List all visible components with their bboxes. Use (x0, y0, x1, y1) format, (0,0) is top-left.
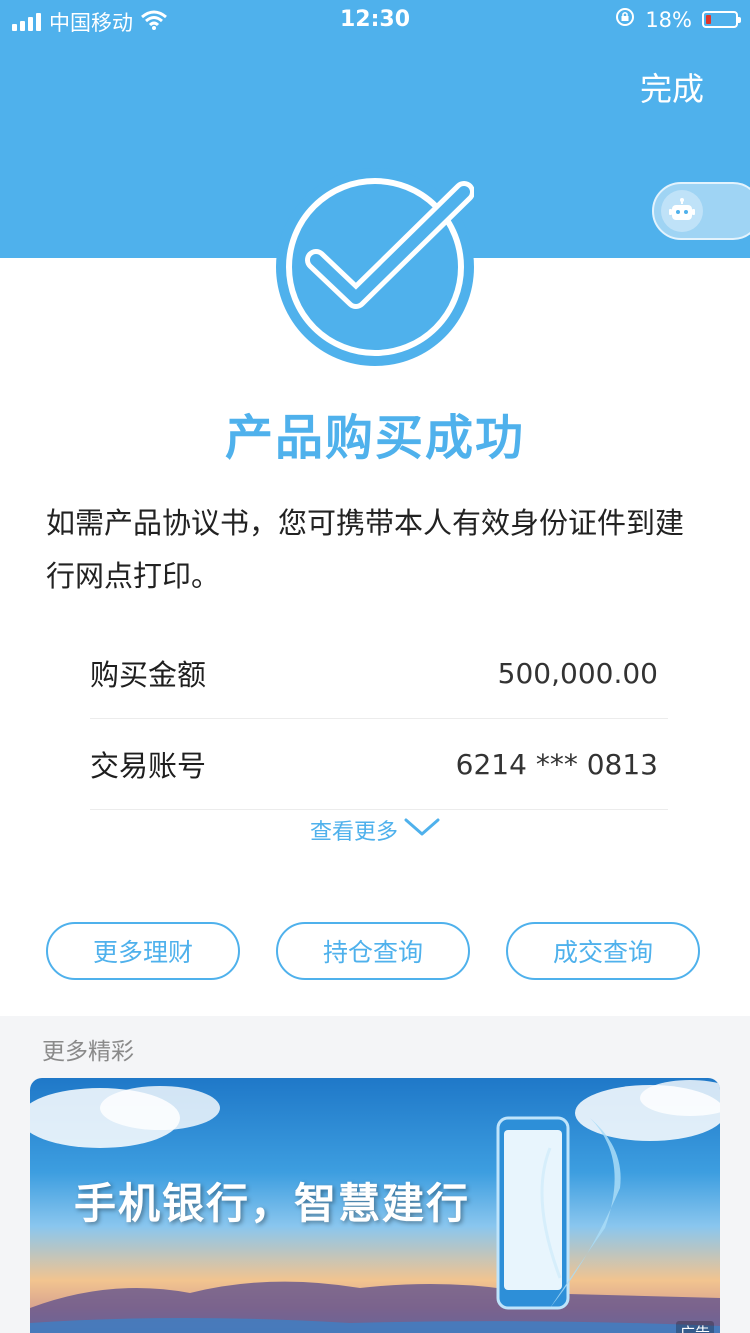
see-more-link[interactable]: 查看更多 (0, 814, 750, 846)
detail-value: 6214 *** 0813 (455, 747, 658, 781)
assistant-robot-button[interactable] (652, 182, 750, 240)
detail-label: 交易账号 (90, 749, 207, 783)
battery-level (706, 15, 711, 24)
success-title: 产品购买成功 (224, 410, 525, 466)
more-section-title: 更多精彩 (42, 1039, 134, 1065)
row-divider (90, 809, 668, 810)
transaction-query-button[interactable]: 成交查询 (506, 922, 700, 980)
chevron-down-icon (404, 817, 440, 843)
ad-label: 广告 (675, 1321, 714, 1333)
rotation-lock-icon (615, 7, 635, 32)
success-check-icon (276, 168, 474, 366)
holdings-query-button[interactable]: 持仓查询 (276, 922, 470, 980)
status-bar: 中国移动 12:30 18% (0, 0, 750, 40)
detail-label: 购买金额 (90, 658, 207, 692)
robot-icon (661, 190, 703, 232)
detail-value: 500,000.00 (497, 656, 658, 690)
more-wealth-button[interactable]: 更多理财 (46, 922, 240, 980)
agreement-notice: 如需产品协议书，您可携带本人有效身份证件到建行网点打印。 (46, 506, 685, 593)
status-right: 18% (615, 7, 741, 32)
purchase-success-screen: 中国移动 12:30 18% 完成 产品购买成功 如需产品协议书，您可携带本人有… (0, 0, 750, 1333)
banner-slogan: 手机银行，智慧建行 (74, 1179, 471, 1228)
see-more-label: 查看更多 (309, 820, 398, 845)
promo-banner[interactable]: 手机银行，智慧建行 广告 (30, 1078, 720, 1333)
battery-icon (702, 11, 741, 28)
done-button[interactable]: 完成 (640, 64, 704, 110)
battery-percent: 18% (645, 7, 692, 32)
detail-row-amount: 购买金额 500,000.00 (90, 628, 668, 718)
detail-row-account: 交易账号 6214 *** 0813 (90, 719, 668, 809)
